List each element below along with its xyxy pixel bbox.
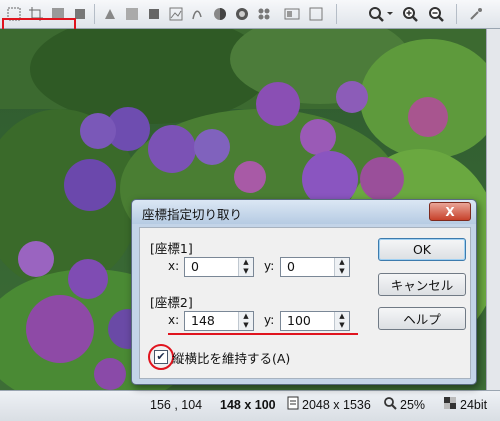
- dialog-title: 座標指定切り取り: [142, 207, 243, 222]
- coord1-y-label: y:: [264, 259, 275, 273]
- effect-icon[interactable]: [254, 4, 274, 24]
- eyedropper-icon[interactable]: [466, 4, 486, 24]
- coord1-y-value: 0: [287, 259, 295, 274]
- spin-arrows-icon[interactable]: ▲ ▼: [238, 258, 253, 276]
- cancel-button[interactable]: キャンセル: [378, 273, 466, 296]
- spin-arrows-icon[interactable]: ▲ ▼: [334, 258, 349, 276]
- selection-size: 148 x 100: [220, 398, 276, 412]
- flip-icon[interactable]: [100, 4, 120, 24]
- coord2-x-stepper[interactable]: 148 ▲ ▼: [184, 311, 254, 331]
- brightness-icon[interactable]: [144, 4, 164, 24]
- vertical-scrollbar[interactable]: [486, 29, 500, 390]
- contrast-icon[interactable]: [166, 4, 186, 24]
- zoom-in-icon[interactable]: [400, 4, 420, 24]
- image-size-icon: [287, 395, 301, 416]
- coord2-heading: [座標2]: [150, 295, 193, 310]
- ok-button[interactable]: OK: [378, 238, 466, 261]
- dialog-titlebar[interactable]: 座標指定切り取り X: [132, 200, 476, 224]
- coord1-heading: [座標1]: [150, 241, 193, 256]
- image-size: 2048 x 1536: [302, 398, 371, 412]
- coord1-x-label: x:: [168, 259, 180, 273]
- color-icon[interactable]: [122, 4, 142, 24]
- help-button[interactable]: ヘルプ: [378, 307, 466, 330]
- coord1-x-stepper[interactable]: 0 ▲ ▼: [184, 257, 254, 277]
- dialog-client: [座標1] x: 0 ▲ ▼ y: 0 ▲ ▼ [座標2] x: 148 ▲ ▼ y:…: [139, 227, 471, 379]
- search-icon[interactable]: [366, 4, 396, 24]
- keep-aspect-label[interactable]: 縦横比を維持する(A): [172, 348, 290, 367]
- close-button[interactable]: X: [429, 202, 471, 221]
- zoom-out-icon[interactable]: [426, 4, 446, 24]
- zoom-icon: [383, 396, 397, 413]
- toolbar-separator: [94, 4, 95, 24]
- status-bar: 156 , 104 148 x 100 2048 x 1536 25% 24bi…: [0, 390, 500, 421]
- color-depth-icon: [444, 397, 456, 412]
- coord2-x-value: 148: [191, 313, 215, 328]
- invert-icon[interactable]: [232, 4, 252, 24]
- zoom-level: 25%: [400, 398, 426, 412]
- coord2-y-label: y:: [264, 313, 275, 327]
- spin-arrows-icon[interactable]: ▲ ▼: [334, 312, 349, 330]
- levels-icon[interactable]: [188, 4, 208, 24]
- coord2-y-value: 100: [287, 313, 311, 328]
- highlight-underline: [168, 333, 358, 335]
- toolbar-separator: [336, 4, 337, 24]
- spin-arrows-icon[interactable]: ▲ ▼: [238, 312, 253, 330]
- grayscale-icon[interactable]: [210, 4, 230, 24]
- coord1-y-stepper[interactable]: 0 ▲ ▼: [280, 257, 350, 277]
- frame-icon[interactable]: [306, 4, 326, 24]
- toolbar-separator: [456, 4, 457, 24]
- effect2-icon[interactable]: [282, 4, 302, 24]
- crop-by-coordinates-dialog: 座標指定切り取り X [座標1] x: 0 ▲ ▼ y: 0 ▲ ▼ [座標2] x…: [131, 199, 477, 385]
- bit-depth: 24bit: [460, 398, 488, 412]
- coord1-x-value: 0: [191, 259, 199, 274]
- coord2-x-label: x:: [168, 313, 180, 327]
- coord2-y-stepper[interactable]: 100 ▲ ▼: [280, 311, 350, 331]
- highlight-circle: [148, 344, 174, 370]
- cursor-position: 156 , 104: [150, 398, 203, 412]
